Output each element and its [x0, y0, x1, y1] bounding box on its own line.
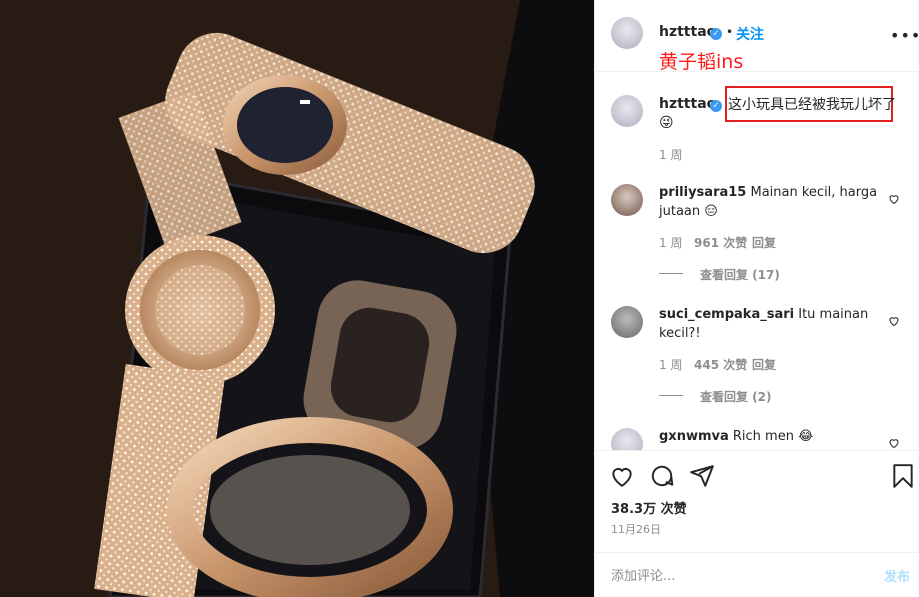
commenter-avatar[interactable]	[611, 184, 643, 216]
comment-text-cont: kecil?!	[659, 326, 701, 341]
comment-item: suci_cempaka_sari Itu mainan kecil?!	[659, 305, 868, 343]
post-header: hztttao ✓ • 关注 ••• 黄子韬ins	[595, 0, 919, 73]
verified-icon: ✓	[710, 28, 722, 40]
replies-divider	[659, 395, 683, 396]
caption-emoji: 😜	[659, 115, 674, 131]
watches-photo-illustration	[0, 0, 594, 597]
separator-dot: •	[726, 25, 734, 39]
comment-text: Mainan kecil, harga	[750, 185, 878, 200]
reply-button[interactable]: 回复	[752, 356, 776, 373]
follow-button[interactable]: 关注	[736, 24, 764, 44]
comment-text-cont: jutaan	[659, 204, 701, 219]
comment-likes[interactable]: 445 次赞	[694, 356, 747, 373]
comment-text: Rich men	[732, 429, 794, 444]
comment-item: priliysara15 Mainan kecil, harga jutaan …	[659, 183, 877, 221]
caption-time[interactable]: 1 周	[659, 146, 682, 163]
comment-text: Itu mainan	[798, 307, 869, 322]
heart-icon[interactable]	[888, 315, 900, 327]
more-options-icon[interactable]: •••	[890, 26, 919, 45]
annotation-label: 黄子韬ins	[659, 51, 744, 73]
post-date[interactable]: 11月26日	[611, 521, 661, 537]
likes-count[interactable]: 38.3万 次赞	[611, 498, 687, 517]
verified-icon: ✓	[710, 100, 722, 112]
view-replies-button[interactable]: 查看回复 (2)	[700, 388, 772, 405]
author-avatar[interactable]	[611, 17, 643, 49]
author-username[interactable]: hztttao	[659, 24, 716, 40]
post-side-panel: hztttao ✓ • 关注 ••• 黄子韬ins hztttao ✓ 这小玩具…	[594, 0, 919, 597]
comment-icon[interactable]	[649, 463, 675, 489]
caption-text: 这小玩具已经被我玩儿坏了	[728, 97, 896, 113]
comment-item: gxnwmva Rich men 😂	[659, 427, 813, 446]
comment-emoji: 😂	[798, 429, 814, 444]
bookmark-icon[interactable]	[890, 463, 916, 489]
replies-divider	[659, 273, 683, 274]
comment-input[interactable]	[611, 566, 851, 586]
heart-icon[interactable]	[888, 193, 900, 205]
caption-author-avatar[interactable]	[611, 95, 643, 127]
caption-author-username[interactable]: hztttao	[659, 96, 716, 112]
comment-emoji: 😑	[704, 204, 718, 219]
post-comment-button[interactable]: 发布	[884, 566, 910, 585]
comment-time[interactable]: 1 周	[659, 356, 682, 373]
comment-likes[interactable]: 961 次赞	[694, 234, 747, 251]
reply-button[interactable]: 回复	[752, 234, 776, 251]
heart-icon[interactable]	[888, 437, 900, 449]
post-photo[interactable]	[0, 0, 594, 597]
like-heart-icon[interactable]	[609, 463, 635, 489]
view-replies-button[interactable]: 查看回复 (17)	[700, 266, 780, 283]
post-actions: 38.3万 次赞 11月26日 发布	[595, 450, 919, 597]
share-icon[interactable]	[689, 463, 715, 489]
comment-username[interactable]: suci_cempaka_sari	[659, 307, 794, 322]
commenter-avatar[interactable]	[611, 306, 643, 338]
add-comment-bar: 发布	[595, 552, 919, 597]
comment-username[interactable]: gxnwmva	[659, 429, 729, 444]
comment-username[interactable]: priliysara15	[659, 185, 746, 200]
comment-time[interactable]: 1 周	[659, 234, 682, 251]
